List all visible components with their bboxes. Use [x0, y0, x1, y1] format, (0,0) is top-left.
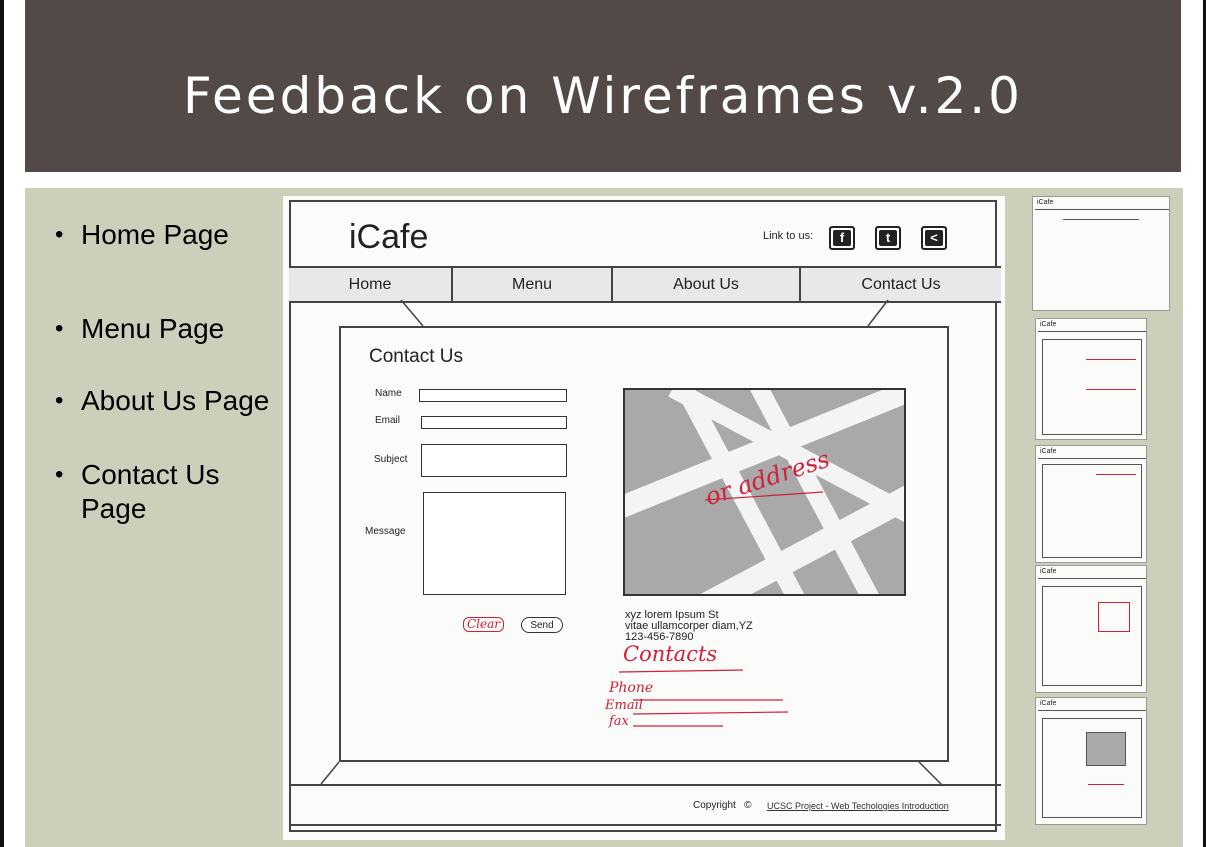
- thumbnail-about: iCafe: [1035, 565, 1147, 693]
- footer-link: UCSC Project - Web Techologies Introduct…: [767, 801, 949, 811]
- title-bar: Feedback on Wireframes v.2.0: [25, 0, 1181, 172]
- thumbnail-contact: iCafe: [1035, 697, 1147, 825]
- bullet-item: Contact Us Page: [53, 458, 273, 526]
- slide-title: Feedback on Wireframes v.2.0: [183, 67, 1023, 125]
- copyright-text: Copyright ©: [693, 800, 752, 811]
- thumbnail-menu-2: iCafe: [1035, 445, 1147, 563]
- footer-bottom-rule: [289, 824, 1001, 826]
- thumbnail-menu: iCafe: [1035, 318, 1147, 440]
- thumbnail-home: iCafe: [1032, 196, 1170, 311]
- bullet-item: About Us Page: [53, 384, 273, 418]
- wireframe-scan: iCafe Link to us: f t < Home Menu About …: [283, 196, 1005, 840]
- bullet-item: Menu Page: [53, 312, 273, 346]
- footer-top-rule: [289, 784, 1001, 786]
- bullet-item: Home Page: [53, 218, 273, 252]
- annotation-underlines: [618, 491, 824, 727]
- slide-content: Home Page Menu Page About Us Page Contac…: [25, 188, 1183, 847]
- bullet-list: Home Page Menu Page About Us Page Contac…: [53, 218, 273, 526]
- left-edge: [0, 0, 4, 847]
